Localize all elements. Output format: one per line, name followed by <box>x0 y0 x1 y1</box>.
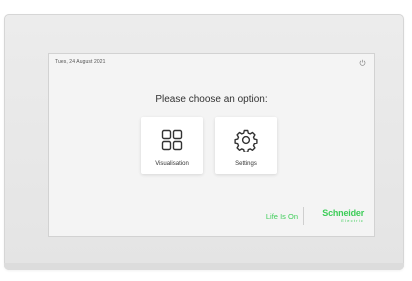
visualisation-button[interactable]: Visualisation <box>141 117 203 174</box>
date-label: Tues, 24 August 2021 <box>55 59 106 65</box>
brand-logo-sub: Electric <box>341 218 364 223</box>
brand-footer: Life Is On Schneider Electric <box>244 206 364 226</box>
settings-button[interactable]: Settings <box>215 117 277 174</box>
visualisation-label: Visualisation <box>155 161 189 167</box>
power-icon[interactable] <box>359 59 366 66</box>
grid-icon <box>161 129 183 151</box>
prompt-title: Please choose an option: <box>155 94 268 105</box>
settings-label: Settings <box>235 161 257 167</box>
touch-screen: Tues, 24 August 2021 Please choose an op… <box>49 54 374 236</box>
brand-logo: Schneider <box>322 208 364 218</box>
tagline: Life Is On <box>265 212 298 221</box>
device-bezel-edge <box>4 263 404 270</box>
gear-icon <box>234 129 258 152</box>
brand-divider <box>303 207 304 225</box>
